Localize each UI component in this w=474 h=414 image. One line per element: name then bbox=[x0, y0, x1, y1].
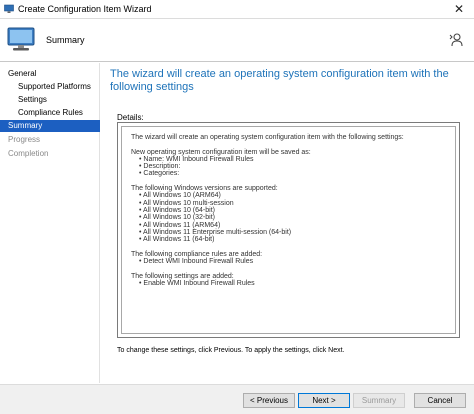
close-icon[interactable]: ✕ bbox=[444, 0, 474, 19]
details-line bbox=[131, 265, 455, 272]
details-line: • All Windows 10 (32-bit) bbox=[139, 214, 215, 222]
nav-item-settings[interactable]: Settings bbox=[0, 94, 100, 106]
details-line: • All Windows 11 (64-bit) bbox=[139, 236, 215, 244]
summary-heading: The wizard will create an operating syst… bbox=[110, 68, 449, 93]
nav-item-summary[interactable]: Summary bbox=[0, 120, 100, 132]
details-line: • All Windows 11 Enterprise multi-sessio… bbox=[139, 228, 292, 236]
previous-button[interactable]: < Previous bbox=[243, 393, 295, 408]
details-line: The following settings are added: bbox=[131, 272, 234, 280]
wizard-navigation: General Supported Platforms Settings Com… bbox=[0, 63, 100, 383]
wizard-header: Summary bbox=[0, 20, 474, 62]
details-line: • Enable WMI Inbound Firewall Rules bbox=[139, 279, 255, 287]
wizard-footer: < Previous Next > Summary Cancel bbox=[0, 384, 474, 414]
title-bar: Create Configuration Item Wizard ✕ bbox=[0, 0, 474, 19]
next-button[interactable]: Next > bbox=[298, 393, 350, 408]
details-line: • All Windows 10 (ARM64) bbox=[139, 192, 221, 200]
details-line: New operating system configuration item … bbox=[131, 148, 311, 156]
nav-item-completion: Completion bbox=[8, 149, 49, 158]
details-line: • All Windows 10 (64-bit) bbox=[139, 206, 215, 214]
details-line: • All Windows 10 multi-session bbox=[139, 199, 234, 207]
page-title: Summary bbox=[46, 35, 85, 45]
details-label: Details: bbox=[117, 113, 144, 122]
wizard-app-icon bbox=[4, 4, 14, 13]
nav-item-progress: Progress bbox=[8, 135, 41, 144]
details-line: • Name: WMI Inbound Firewall Rules bbox=[139, 155, 254, 163]
details-line: • All Windows 11 (ARM64) bbox=[139, 221, 221, 229]
details-line bbox=[131, 243, 455, 250]
summary-button: Summary bbox=[353, 393, 405, 408]
details-line: The following Windows versions are suppo… bbox=[131, 185, 278, 193]
details-line bbox=[131, 178, 455, 185]
computer-icon bbox=[7, 27, 35, 51]
cancel-button[interactable]: Cancel bbox=[414, 393, 466, 408]
details-line: • Description: bbox=[139, 163, 181, 171]
details-line: The wizard will create an operating syst… bbox=[131, 134, 404, 141]
help-person-icon[interactable] bbox=[448, 32, 464, 48]
details-line bbox=[131, 141, 455, 148]
window-title: Create Configuration Item Wizard bbox=[18, 4, 152, 14]
details-line: • Detect WMI Inbound Firewall Rules bbox=[139, 258, 254, 266]
nav-item-compliance-rules[interactable]: Compliance Rules bbox=[0, 107, 100, 119]
nav-item-supported-platforms[interactable]: Supported Platforms bbox=[0, 81, 100, 93]
details-text-box[interactable]: The wizard will create an operating syst… bbox=[117, 122, 460, 338]
details-line: • Categories: bbox=[139, 170, 180, 178]
nav-item-general[interactable]: General bbox=[0, 68, 100, 80]
details-line: The following compliance rules are added… bbox=[131, 250, 263, 258]
details-content: The wizard will create an operating syst… bbox=[121, 126, 456, 334]
instruction-note: To change these settings, click Previous… bbox=[117, 347, 345, 354]
